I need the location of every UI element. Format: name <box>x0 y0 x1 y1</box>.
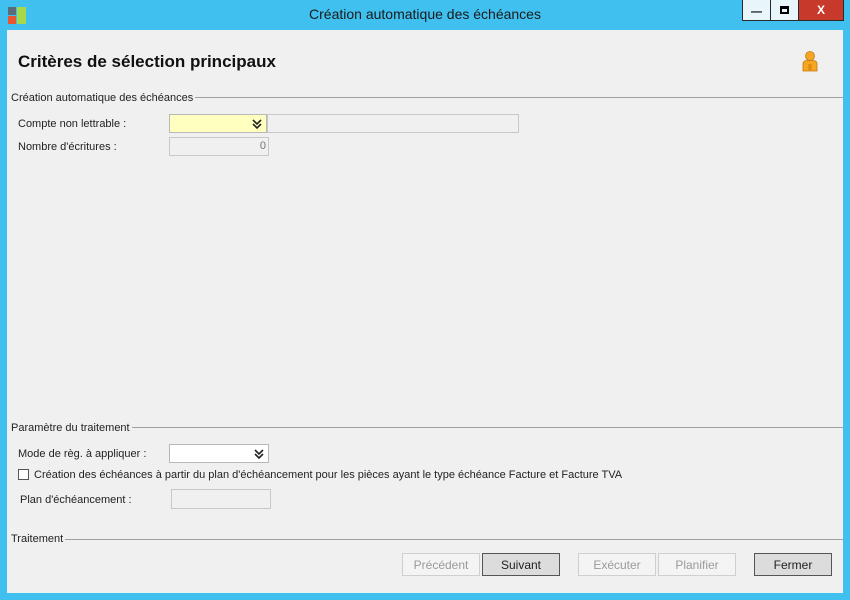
section-separator <box>11 427 843 428</box>
executer-button[interactable]: Exécuter <box>578 553 656 576</box>
maximize-button[interactable] <box>770 0 799 21</box>
minimize-icon: — <box>751 6 762 18</box>
close-button[interactable]: X <box>798 0 844 21</box>
page-title: Critères de sélection principaux <box>18 52 276 71</box>
plan-field <box>171 489 271 509</box>
window-title: Création automatique des échéances <box>309 6 541 22</box>
section-label-params: Paramètre du traitement <box>11 422 132 434</box>
maximize-icon <box>780 6 789 14</box>
double-chevron-down-icon[interactable] <box>249 116 265 132</box>
fermer-button[interactable]: Fermer <box>754 553 832 576</box>
nombre-field: 0 <box>169 137 269 156</box>
minimize-button[interactable]: — <box>742 0 771 21</box>
precedent-button[interactable]: Précédent <box>402 553 480 576</box>
close-icon: X <box>816 3 825 17</box>
section-separator <box>11 539 843 540</box>
double-chevron-down-icon[interactable] <box>251 446 267 462</box>
mode-label: Mode de règ. à appliquer : <box>18 448 147 460</box>
compte-label: Compte non lettrable : <box>18 118 127 130</box>
mode-select[interactable] <box>169 444 269 463</box>
plan-label: Plan d'échéancement : <box>20 494 132 506</box>
nombre-label: Nombre d'écritures : <box>18 141 117 153</box>
plan-echeancement-checkbox-label[interactable]: Création des échéances à partir du plan … <box>34 469 622 481</box>
user-icon <box>802 51 818 72</box>
suivant-button[interactable]: Suivant <box>482 553 560 576</box>
compte-description-field <box>267 114 519 133</box>
application-window: Création automatique des échéances — X C… <box>0 0 850 600</box>
dialog-client-area: Critères de sélection principaux Créatio… <box>7 30 843 593</box>
planifier-button[interactable]: Planifier <box>658 553 736 576</box>
title-bar[interactable]: Création automatique des échéances — X <box>0 0 850 30</box>
section-label-main: Création automatique des échéances <box>11 92 196 104</box>
section-label-traitement: Traitement <box>11 533 66 545</box>
plan-echeancement-checkbox[interactable] <box>18 469 29 480</box>
compte-input[interactable] <box>169 114 267 133</box>
